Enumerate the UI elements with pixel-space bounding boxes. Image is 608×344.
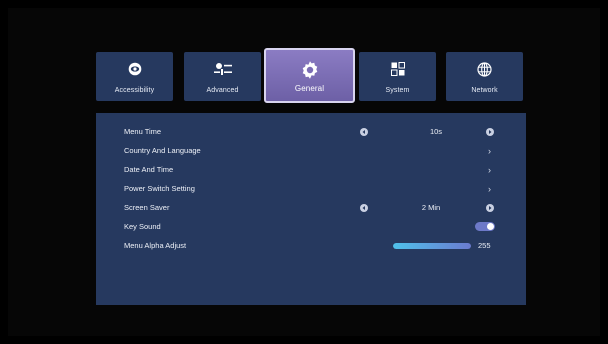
setting-label: Date And Time xyxy=(124,165,174,174)
setting-date-time[interactable]: Date And Time › xyxy=(96,160,526,179)
alpha-slider-fill xyxy=(393,242,471,249)
tab-label: General xyxy=(294,84,325,93)
tab-bar: Accessibility Advanced General System Ne… xyxy=(0,0,608,110)
setting-country-language[interactable]: Country And Language › xyxy=(96,141,526,160)
increase-arrow-icon[interactable] xyxy=(486,127,494,136)
grid-icon xyxy=(389,60,407,78)
toggle-knob xyxy=(487,223,494,230)
setting-label: Screen Saver xyxy=(124,203,170,212)
setting-key-sound[interactable]: Key Sound xyxy=(96,217,526,236)
setting-power-switch[interactable]: Power Switch Setting › xyxy=(96,179,526,198)
tab-network[interactable]: Network xyxy=(446,52,523,101)
setting-menu-time[interactable]: Menu Time 10s xyxy=(96,122,526,141)
globe-icon xyxy=(476,60,494,78)
settings-panel: Menu Time 10s Country And Language › Dat… xyxy=(96,113,526,305)
tab-advanced[interactable]: Advanced xyxy=(184,52,261,101)
setting-label: Key Sound xyxy=(124,222,161,231)
tab-label: Advanced xyxy=(206,87,239,94)
tab-label: System xyxy=(385,87,410,94)
setting-menu-alpha[interactable]: Menu Alpha Adjust 255 xyxy=(96,236,526,255)
setting-label: Menu Alpha Adjust xyxy=(124,241,187,250)
setting-label: Power Switch Setting xyxy=(124,184,195,193)
setting-label: Menu Time xyxy=(124,127,162,136)
sliders-icon xyxy=(213,60,232,78)
decrease-arrow-icon[interactable] xyxy=(360,203,368,212)
increase-arrow-icon[interactable] xyxy=(486,203,494,212)
tab-general[interactable]: General xyxy=(264,48,355,103)
tab-accessibility[interactable]: Accessibility xyxy=(96,52,173,101)
tab-system[interactable]: System xyxy=(359,52,436,101)
chevron-right-icon: › xyxy=(488,164,491,175)
setting-value: 10s xyxy=(429,127,443,136)
setting-value: 2 Min xyxy=(421,203,441,212)
alpha-slider[interactable] xyxy=(393,242,471,249)
chevron-right-icon: › xyxy=(488,183,491,194)
decrease-arrow-icon[interactable] xyxy=(360,127,368,136)
eye-icon xyxy=(126,60,144,78)
chevron-right-icon: › xyxy=(488,145,491,156)
gear-icon xyxy=(300,60,320,80)
setting-label: Country And Language xyxy=(124,146,201,155)
setting-screen-saver[interactable]: Screen Saver 2 Min xyxy=(96,198,526,217)
alpha-value: 255 xyxy=(478,241,491,250)
key-sound-toggle[interactable] xyxy=(475,222,495,231)
tab-label: Accessibility xyxy=(114,87,155,94)
tab-label: Network xyxy=(471,87,498,94)
